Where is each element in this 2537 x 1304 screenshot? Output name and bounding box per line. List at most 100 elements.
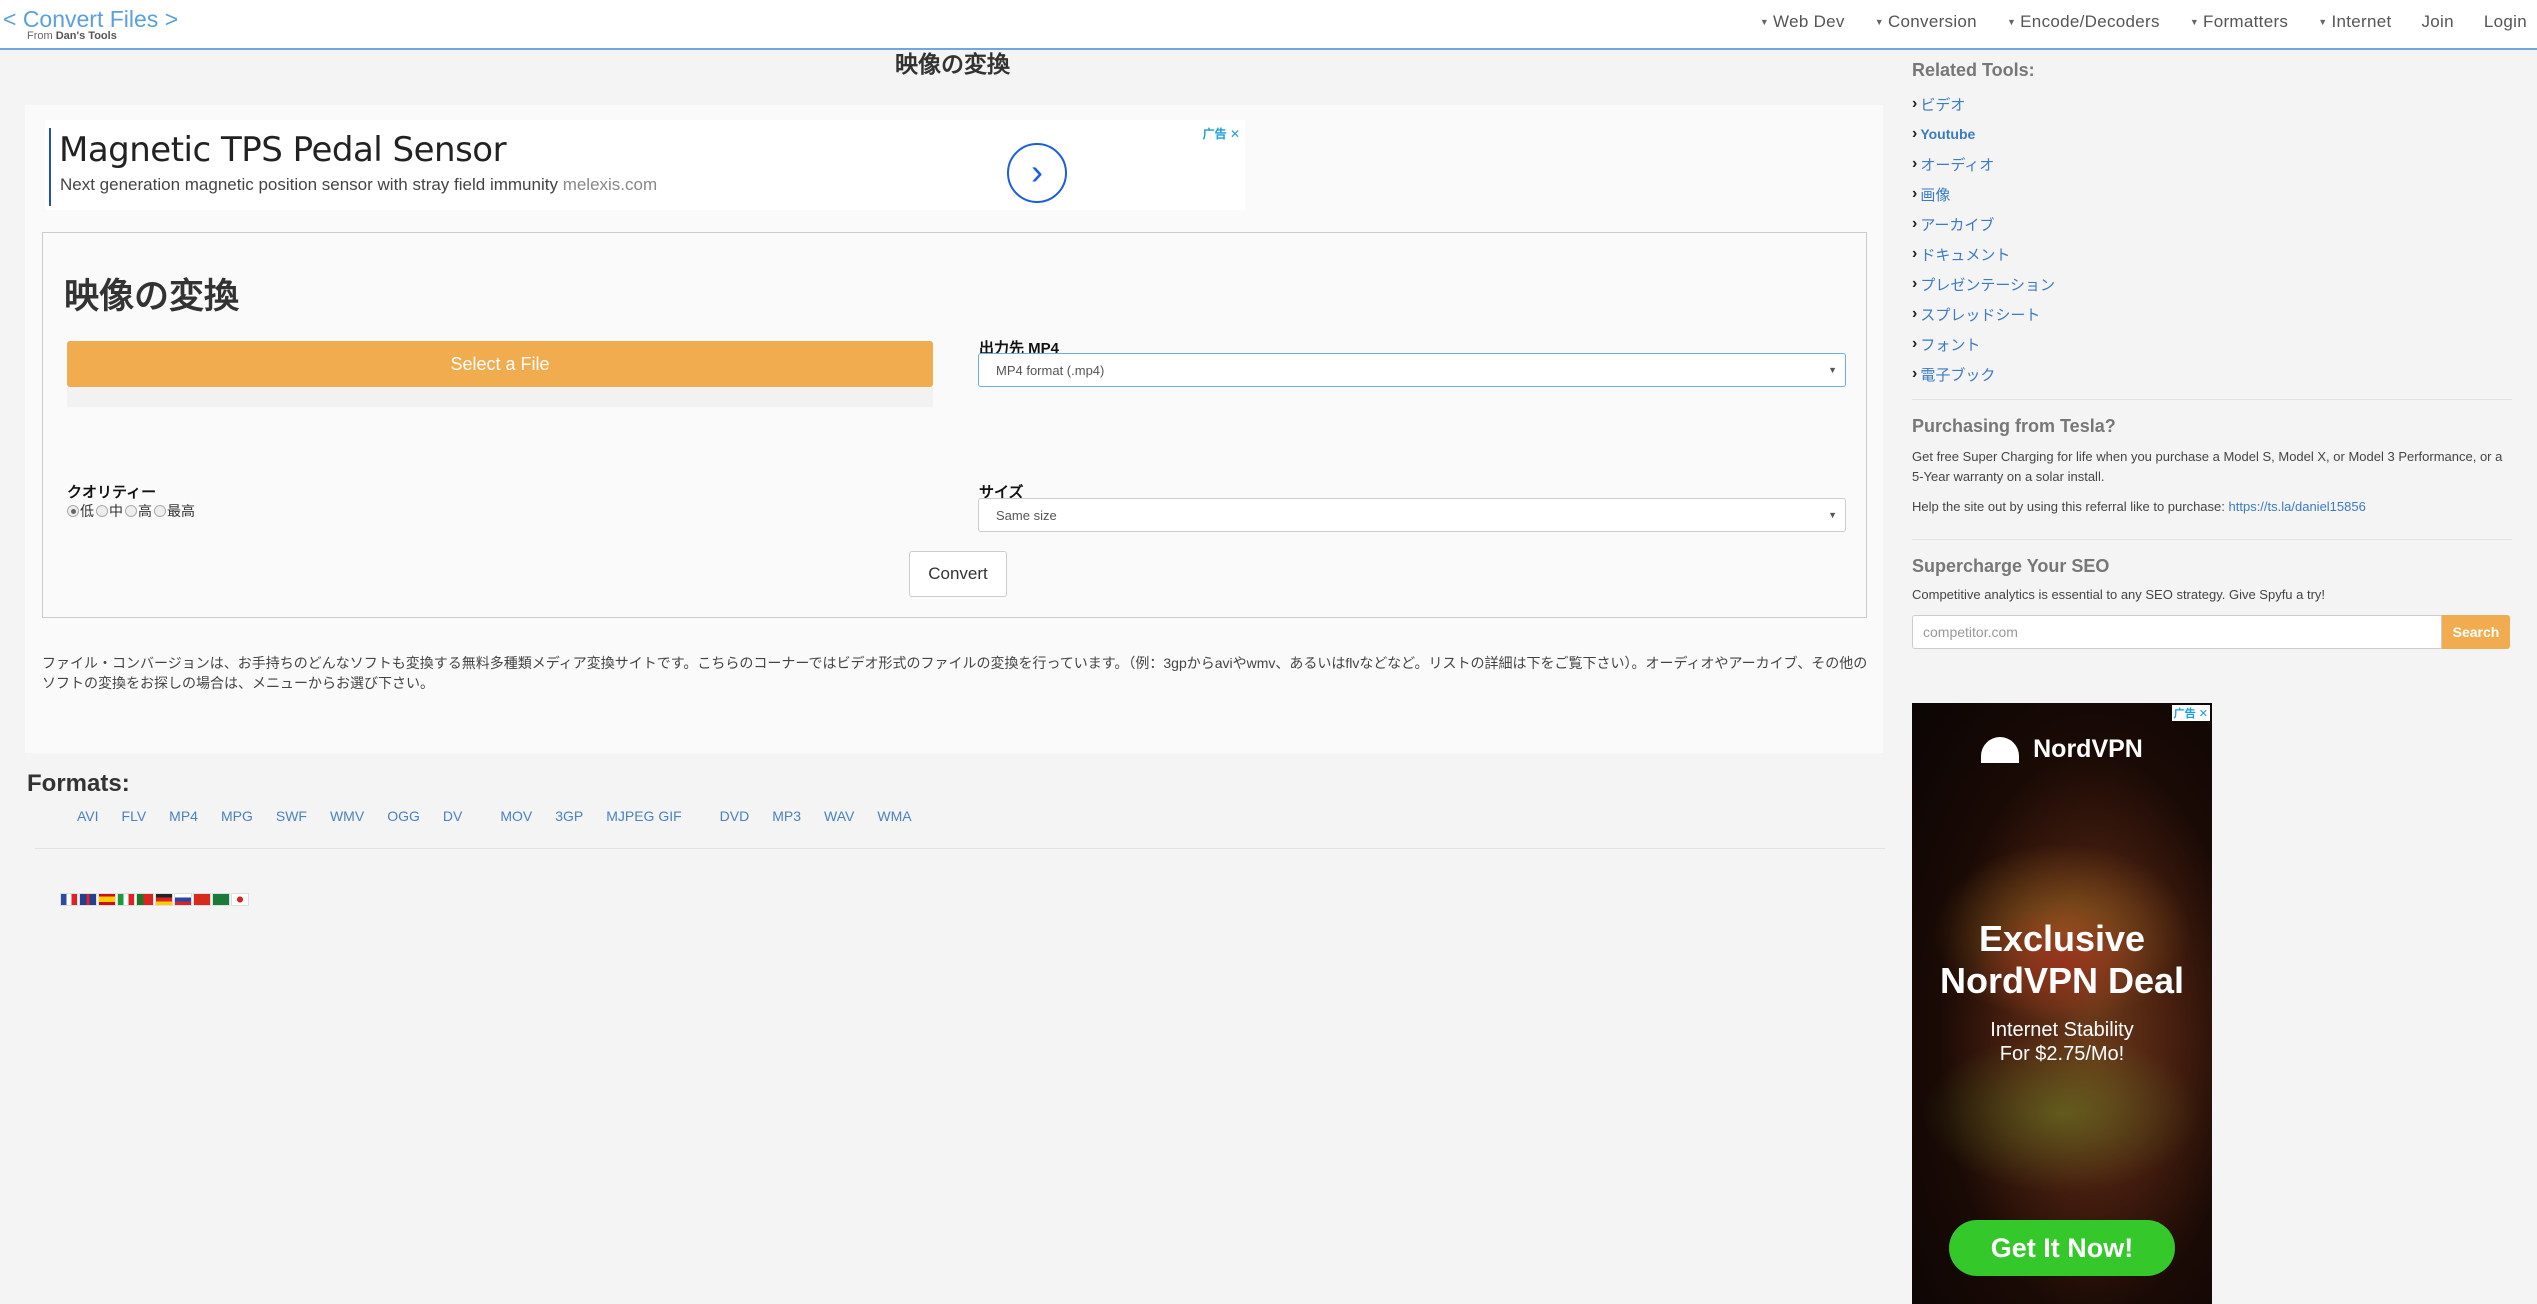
related-label: アーカイブ xyxy=(1920,216,1995,234)
output-format-select[interactable]: MP4 format (.mp4) ▼ xyxy=(978,353,1846,387)
format-link-wav[interactable]: WAV xyxy=(824,808,854,824)
nav-conversion[interactable]: ▼ Conversion xyxy=(1875,12,1977,32)
related-tools-heading: Related Tools: xyxy=(1912,60,2035,80)
radio-icon[interactable] xyxy=(154,505,166,517)
seo-search-button[interactable]: Search xyxy=(2442,615,2510,649)
ad-headline: Exclusive NordVPN Deal xyxy=(1912,918,2212,1002)
radio-label: 中 xyxy=(109,503,123,519)
select-file-button[interactable]: Select a File xyxy=(67,341,933,387)
related-item-video[interactable]: › ビデオ xyxy=(1912,89,2512,119)
radio-icon[interactable] xyxy=(96,505,108,517)
divider xyxy=(35,848,1885,849)
related-item-ebook[interactable]: › 電子ブック xyxy=(1912,359,2512,389)
format-link-wmv[interactable]: WMV xyxy=(330,808,364,824)
competitor-search-input[interactable]: competitor.com xyxy=(1912,615,2442,649)
tesla-referral-link[interactable]: https://ts.la/daniel15856 xyxy=(2229,499,2366,514)
quality-radio-low[interactable]: 低 xyxy=(67,501,94,521)
format-link-mov[interactable]: MOV xyxy=(500,808,532,824)
language-flags xyxy=(60,893,250,906)
flag-fr-icon[interactable] xyxy=(60,893,78,906)
quality-radio-highest[interactable]: 最高 xyxy=(154,501,195,521)
nav-formatters[interactable]: ▼ Formatters xyxy=(2190,12,2288,32)
chevron-right-icon: › xyxy=(1912,365,1918,382)
flag-ru-icon[interactable] xyxy=(174,893,192,906)
radio-checked-icon[interactable] xyxy=(67,505,79,517)
related-item-document[interactable]: › ドキュメント xyxy=(1912,239,2512,269)
format-link-mjpeg-gif[interactable]: MJPEG GIF xyxy=(606,808,681,824)
related-tools-list: › ビデオ › Youtube › オーディオ › 画像 › アーカイブ › ドキュメント … xyxy=(1912,89,2512,389)
ad-close-badge[interactable]: 广告 ✕ xyxy=(2171,705,2210,721)
related-item-spreadsheet[interactable]: › スプレッドシート xyxy=(1912,299,2512,329)
format-link-ogg[interactable]: OGG xyxy=(387,808,420,824)
convert-button[interactable]: Convert xyxy=(909,551,1007,597)
related-item-presentation[interactable]: › プレゼンテーション xyxy=(1912,269,2512,299)
radio-label: 低 xyxy=(80,503,94,519)
flag-de-icon[interactable] xyxy=(155,893,173,906)
related-item-audio[interactable]: › オーディオ xyxy=(1912,149,2512,179)
chevron-right-icon: › xyxy=(1912,185,1918,202)
format-link-mp3[interactable]: MP3 xyxy=(772,808,801,824)
flag-it-icon[interactable] xyxy=(117,893,135,906)
format-link-mp4[interactable]: MP4 xyxy=(169,808,198,824)
page-title: 映像の変換 xyxy=(895,51,1010,77)
quality-radio-high[interactable]: 高 xyxy=(125,501,152,521)
flag-es-icon[interactable] xyxy=(98,893,116,906)
main-panel: Magnetic TPS Pedal Sensor Next generatio… xyxy=(25,105,1883,753)
quality-radio-medium[interactable]: 中 xyxy=(96,501,123,521)
chevron-right-icon: › xyxy=(1912,215,1918,232)
ad-sub-line: For $2.75/Mo! xyxy=(1999,1043,2125,1065)
brand-from: From xyxy=(27,30,53,42)
tesla-text: Get free Super Charging for life when yo… xyxy=(1912,449,2503,484)
flag-gb-icon[interactable] xyxy=(79,893,97,906)
brand-title[interactable]: < Convert Files > xyxy=(3,5,178,33)
related-item-image[interactable]: › 画像 xyxy=(1912,179,2512,209)
flag-pt-icon[interactable] xyxy=(136,893,154,906)
sidebar: Related Tools: › ビデオ › Youtube › オーディオ › 画像 … xyxy=(1912,60,2512,649)
format-link-dv[interactable]: DV xyxy=(443,808,462,824)
top-ad-banner[interactable]: Magnetic TPS Pedal Sensor Next generatio… xyxy=(45,120,1245,210)
description-text: ファイル・コンバージョンは、お手持ちのどんなソフトも変換する無料多種類メディア変… xyxy=(42,655,1868,691)
flag-jp-icon[interactable] xyxy=(231,893,249,906)
ad-close-badge[interactable]: 广告 ✕ xyxy=(1203,125,1240,142)
ad-desc-text: Next generation magnetic position sensor… xyxy=(60,175,558,194)
format-link-wma[interactable]: WMA xyxy=(877,808,911,824)
related-item-archive[interactable]: › アーカイブ xyxy=(1912,209,2512,239)
format-link-flv[interactable]: FLV xyxy=(122,808,147,824)
chevron-right-icon[interactable]: › xyxy=(1007,143,1067,203)
form-title: 映像の変換 xyxy=(64,277,240,316)
formats-heading: Formats: xyxy=(27,770,130,797)
ad-headline[interactable]: Magnetic TPS Pedal Sensor xyxy=(59,130,507,170)
related-label: Youtube xyxy=(1920,126,1976,142)
flag-sa-icon[interactable] xyxy=(212,893,230,906)
nav-label: Internet xyxy=(2331,12,2392,31)
flag-cn-icon[interactable] xyxy=(193,893,211,906)
format-link-dvd[interactable]: DVD xyxy=(720,808,750,824)
nav-encode-decoders[interactable]: ▼ Encode/Decoders xyxy=(2007,12,2160,32)
ad-description: Next generation magnetic position sensor… xyxy=(60,175,657,195)
radio-label: 最高 xyxy=(167,503,195,519)
formats-list: AVI FLV MP4 MPG SWF WMV OGG DV MOV 3GP M… xyxy=(77,808,935,824)
format-link-3gp[interactable]: 3GP xyxy=(555,808,583,824)
size-value: Same size xyxy=(996,507,1057,523)
tesla-help: Help the site out by using this referral… xyxy=(1912,497,2512,517)
nav-web-dev[interactable]: ▼ Web Dev xyxy=(1760,12,1845,32)
nav-join[interactable]: Join xyxy=(2422,12,2454,32)
chevron-right-icon: › xyxy=(1912,95,1918,112)
chevron-right-icon: › xyxy=(1912,275,1918,292)
brand-logo[interactable]: < Convert Files > From Dan's Tools xyxy=(3,5,178,42)
format-link-swf[interactable]: SWF xyxy=(276,808,307,824)
related-item-youtube[interactable]: › Youtube xyxy=(1912,119,2512,149)
size-select[interactable]: Same size ▼ xyxy=(978,498,1846,532)
nordvpn-ad[interactable]: 广告 ✕ NordVPN Exclusive NordVPN Deal Inter… xyxy=(1912,703,2212,1304)
chevron-right-icon: › xyxy=(1912,245,1918,262)
format-link-mpg[interactable]: MPG xyxy=(221,808,253,824)
mountain-logo-icon xyxy=(1981,736,2020,763)
nav-internet[interactable]: ▼ Internet xyxy=(2318,12,2391,32)
chevron-right-icon: › xyxy=(1912,155,1918,172)
related-item-font[interactable]: › フォント xyxy=(1912,329,2512,359)
nav-login[interactable]: Login xyxy=(2484,12,2527,32)
format-link-avi[interactable]: AVI xyxy=(77,808,99,824)
brand-owner: Dan's Tools xyxy=(55,30,117,42)
get-it-now-button[interactable]: Get It Now! xyxy=(1949,1220,2175,1276)
radio-icon[interactable] xyxy=(125,505,137,517)
